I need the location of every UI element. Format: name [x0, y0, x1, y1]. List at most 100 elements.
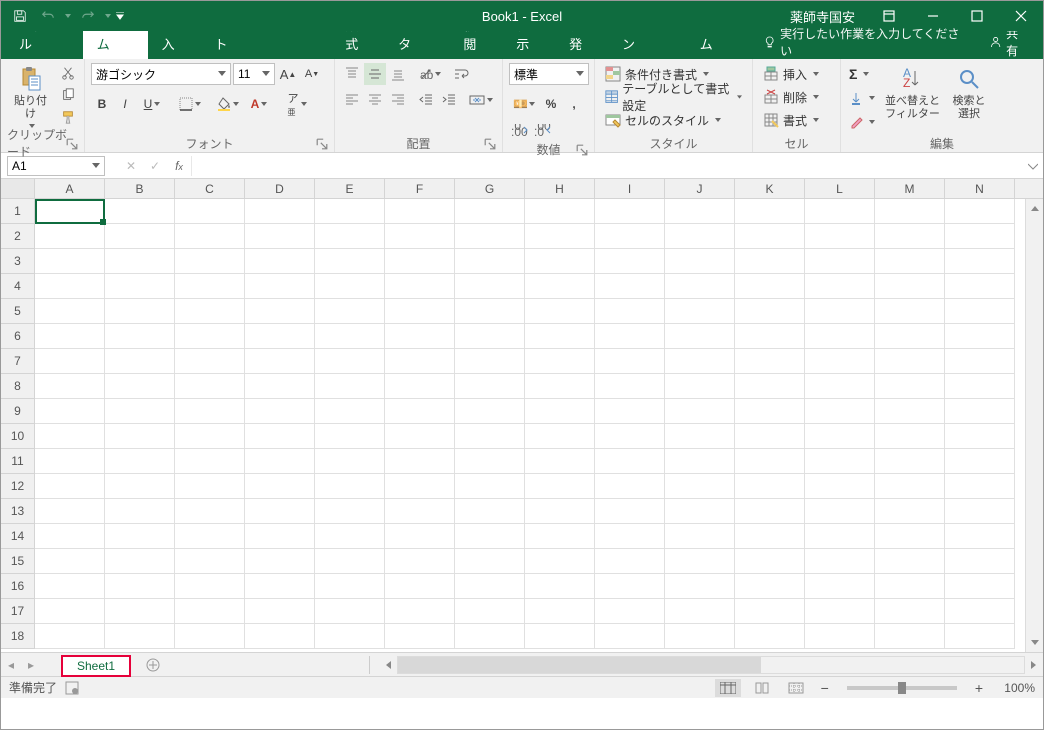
row-header[interactable]: 13	[1, 499, 35, 524]
cell[interactable]	[805, 349, 875, 374]
cell[interactable]	[805, 574, 875, 599]
cell[interactable]	[175, 599, 245, 624]
row-header[interactable]: 14	[1, 524, 35, 549]
cell[interactable]	[385, 424, 455, 449]
cell[interactable]	[105, 324, 175, 349]
page-layout-view-button[interactable]	[749, 679, 775, 697]
font-name-combo[interactable]: 游ゴシック	[91, 63, 231, 85]
cell[interactable]	[595, 324, 665, 349]
cell[interactable]	[385, 274, 455, 299]
cell[interactable]	[665, 299, 735, 324]
cell[interactable]	[175, 549, 245, 574]
cell[interactable]	[35, 599, 105, 624]
scroll-left-button[interactable]	[379, 656, 397, 674]
column-header[interactable]: K	[735, 179, 805, 198]
cell[interactable]	[245, 324, 315, 349]
cell[interactable]	[455, 549, 525, 574]
cell[interactable]	[945, 599, 1015, 624]
cell[interactable]	[245, 199, 315, 224]
row-header[interactable]: 4	[1, 274, 35, 299]
cell[interactable]	[665, 549, 735, 574]
cell[interactable]	[315, 474, 385, 499]
cell[interactable]	[525, 574, 595, 599]
cell[interactable]	[665, 199, 735, 224]
cell[interactable]	[105, 599, 175, 624]
cell[interactable]	[525, 499, 595, 524]
decrease-font-button[interactable]: A▼	[301, 63, 323, 85]
cell[interactable]	[805, 424, 875, 449]
cell[interactable]	[805, 249, 875, 274]
cell[interactable]	[945, 374, 1015, 399]
cell[interactable]	[945, 624, 1015, 649]
cell[interactable]	[875, 349, 945, 374]
cell[interactable]	[385, 499, 455, 524]
cell[interactable]	[455, 599, 525, 624]
cell[interactable]	[595, 549, 665, 574]
cell[interactable]	[245, 549, 315, 574]
scroll-up-button[interactable]	[1026, 199, 1043, 217]
font-size-combo[interactable]: 11	[233, 63, 275, 85]
tell-me[interactable]: 実行したい作業を入力してください	[751, 25, 975, 59]
cell[interactable]	[875, 624, 945, 649]
cell[interactable]	[105, 249, 175, 274]
cell[interactable]	[175, 299, 245, 324]
cell[interactable]	[735, 299, 805, 324]
cell[interactable]	[315, 249, 385, 274]
cell[interactable]	[35, 374, 105, 399]
cell[interactable]	[105, 524, 175, 549]
cell[interactable]	[35, 524, 105, 549]
page-break-view-button[interactable]	[783, 679, 809, 697]
cell[interactable]	[595, 349, 665, 374]
cell[interactable]	[805, 599, 875, 624]
cell[interactable]	[315, 499, 385, 524]
cell[interactable]	[315, 324, 385, 349]
cell[interactable]	[105, 224, 175, 249]
cell[interactable]	[105, 199, 175, 224]
font-color-button[interactable]: A	[244, 93, 274, 115]
cell[interactable]	[385, 249, 455, 274]
cell[interactable]	[455, 249, 525, 274]
cell[interactable]	[525, 324, 595, 349]
cell[interactable]	[735, 224, 805, 249]
cell[interactable]	[245, 624, 315, 649]
cell[interactable]	[175, 424, 245, 449]
cell[interactable]	[315, 624, 385, 649]
cell[interactable]	[455, 524, 525, 549]
align-right-button[interactable]	[387, 89, 409, 111]
cell[interactable]	[665, 349, 735, 374]
cell[interactable]	[385, 224, 455, 249]
cell[interactable]	[315, 599, 385, 624]
sort-filter-button[interactable]: AZ 並べ替えと フィルター	[881, 63, 944, 123]
cell[interactable]	[245, 524, 315, 549]
cell[interactable]	[875, 499, 945, 524]
cell[interactable]	[945, 499, 1015, 524]
column-header[interactable]: C	[175, 179, 245, 198]
cell[interactable]	[595, 424, 665, 449]
cell[interactable]	[385, 524, 455, 549]
cell[interactable]	[875, 399, 945, 424]
cell[interactable]	[35, 399, 105, 424]
align-center-button[interactable]	[364, 89, 386, 111]
cell[interactable]	[945, 549, 1015, 574]
cell[interactable]	[315, 224, 385, 249]
cell[interactable]	[525, 549, 595, 574]
cell[interactable]	[35, 224, 105, 249]
cell[interactable]	[875, 199, 945, 224]
cell[interactable]	[245, 224, 315, 249]
format-as-table-button[interactable]: テーブルとして書式設定	[601, 86, 746, 108]
cell[interactable]	[385, 474, 455, 499]
cell[interactable]	[315, 424, 385, 449]
column-header[interactable]: J	[665, 179, 735, 198]
cell[interactable]	[595, 599, 665, 624]
cell[interactable]	[805, 449, 875, 474]
cell[interactable]	[175, 499, 245, 524]
cell[interactable]	[105, 499, 175, 524]
grid[interactable]: 123456789101112131415161718	[1, 199, 1043, 649]
fill-color-button[interactable]	[213, 93, 243, 115]
alignment-launcher[interactable]	[484, 138, 496, 150]
cell[interactable]	[945, 424, 1015, 449]
cell[interactable]	[35, 249, 105, 274]
zoom-slider[interactable]	[847, 686, 957, 690]
cell[interactable]	[35, 324, 105, 349]
column-header[interactable]: N	[945, 179, 1015, 198]
